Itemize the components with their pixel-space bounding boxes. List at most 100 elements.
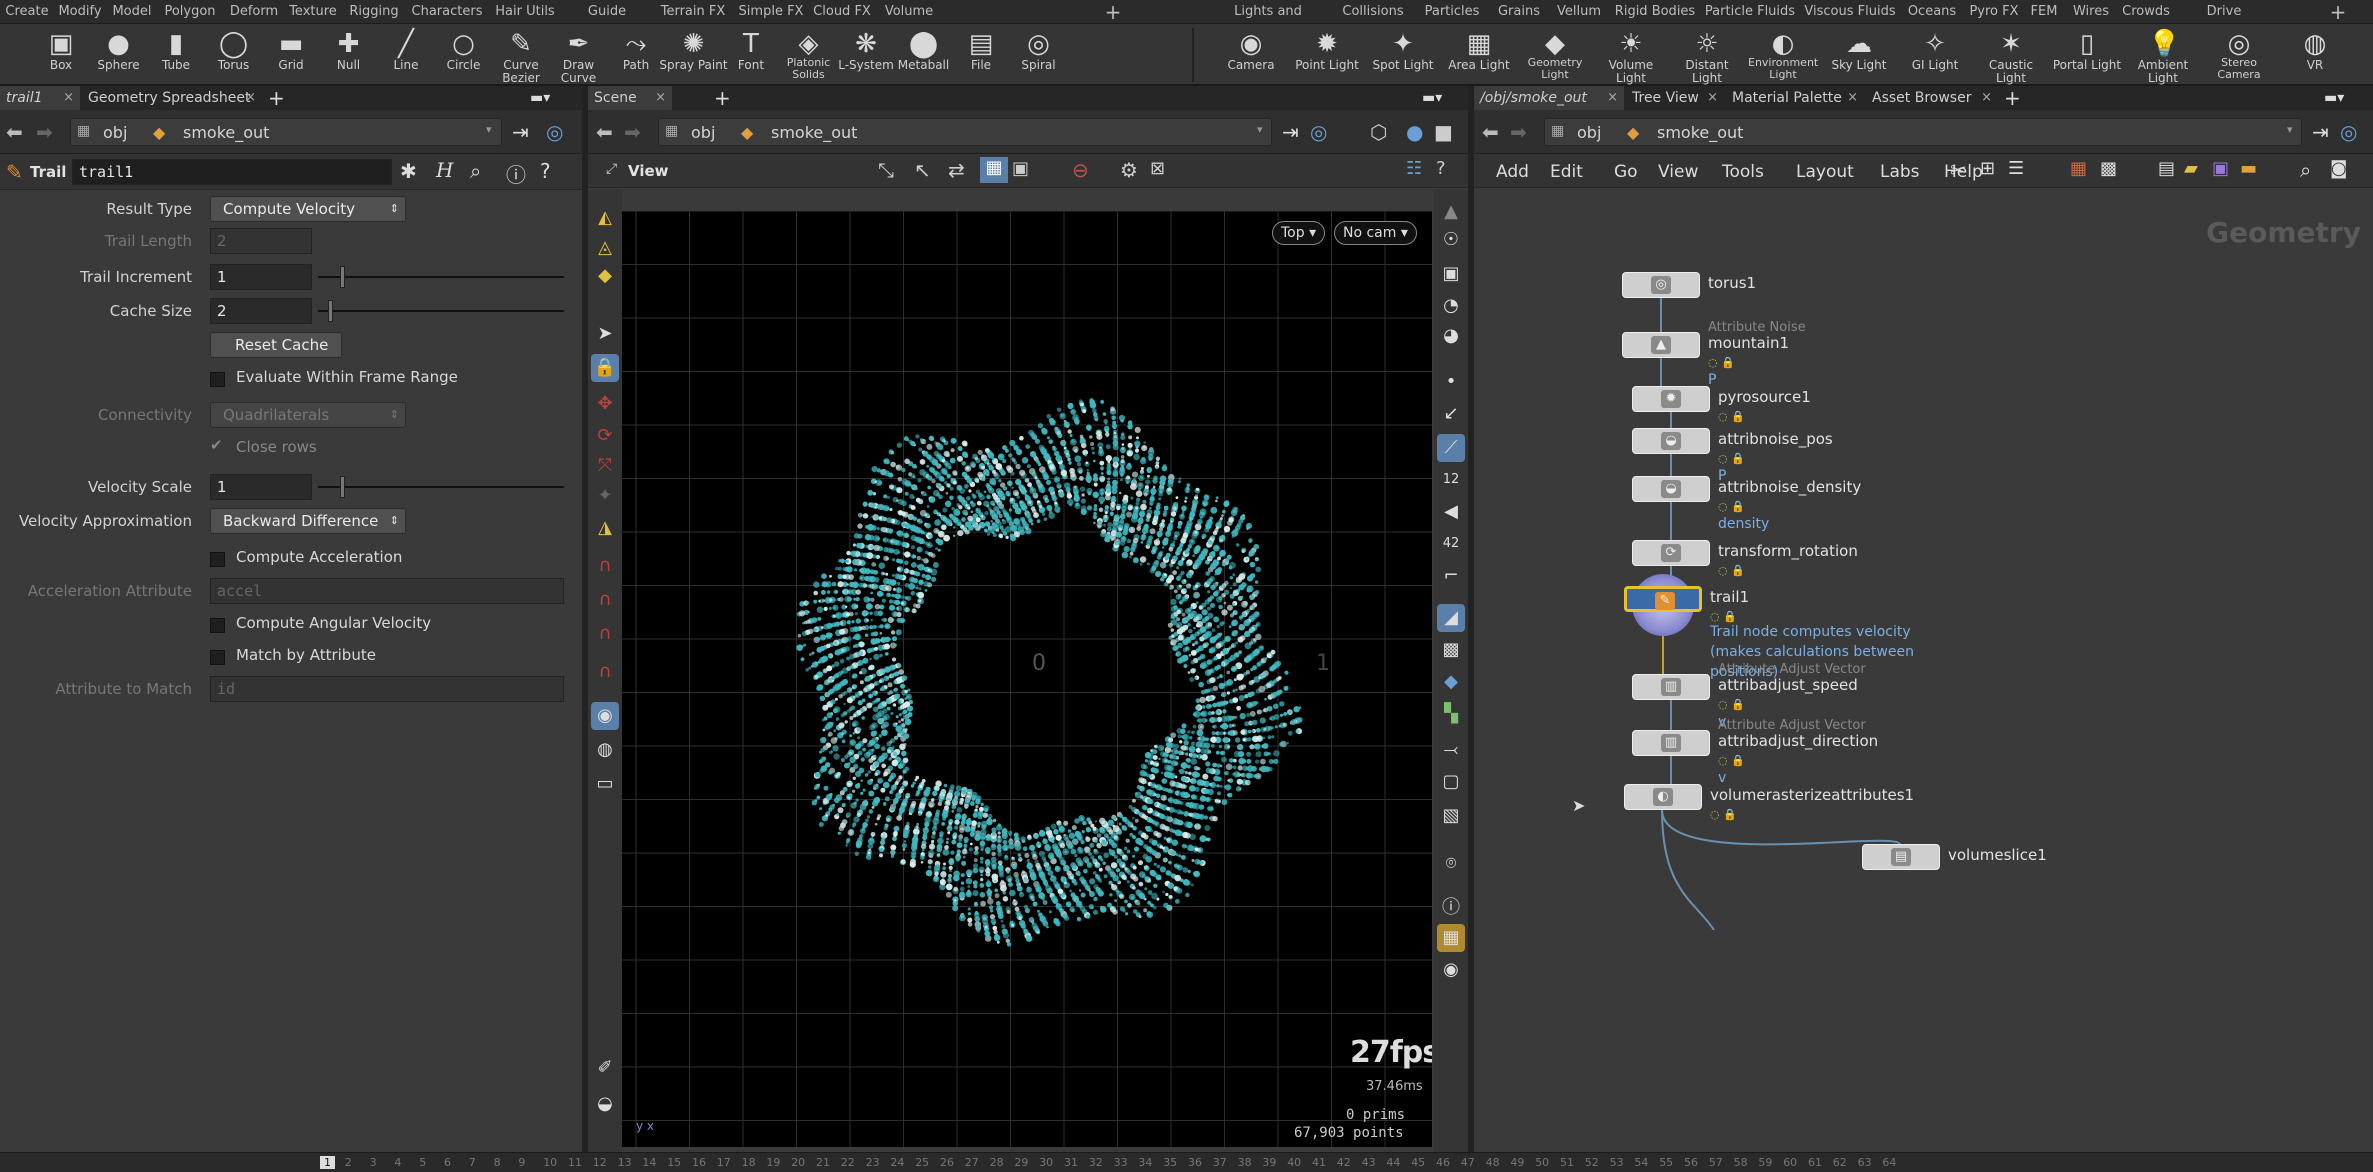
search-icon[interactable]: ⌕	[470, 159, 481, 183]
shelf-tab-simple-fx[interactable]: Simple FX	[736, 0, 806, 24]
timeline-frame[interactable]: 38	[1238, 1156, 1252, 1169]
timeline-frame[interactable]: 50	[1535, 1156, 1549, 1169]
forward-arrow-icon[interactable]: ➡	[1510, 120, 1527, 144]
velocity-approx-menu[interactable]: Backward Difference ⇕	[210, 508, 406, 534]
stop-icon[interactable]: ⊖	[1072, 158, 1089, 182]
path-node[interactable]: smoke_out	[1657, 123, 1743, 142]
timeline-frame[interactable]: 55	[1659, 1156, 1673, 1169]
node-torus1[interactable]: ◎	[1622, 272, 1700, 298]
tab-tree-view[interactable]: Tree View ×	[1626, 86, 1724, 110]
close-tab-icon[interactable]: ×	[63, 86, 74, 110]
brush-icon[interactable]: ✐	[591, 1054, 619, 1082]
timeline-frame[interactable]: 26	[940, 1156, 954, 1169]
timeline-frame[interactable]: 60	[1783, 1156, 1797, 1169]
accel-attr-field[interactable]: accel	[210, 578, 564, 604]
trail-increment-field[interactable]: 1	[210, 264, 312, 290]
chevron-down-icon[interactable]: ▾	[486, 123, 492, 136]
info-icon-viewport[interactable]: ⓘ	[1437, 894, 1465, 922]
node-name-label[interactable]: torus1	[1708, 274, 1756, 292]
tab-trail1[interactable]: trail1 ×	[0, 86, 80, 110]
chevron-down-icon[interactable]: ▾	[2287, 123, 2293, 136]
timeline-frame[interactable]: 11	[568, 1156, 582, 1169]
timeline-frame[interactable]: 32	[1089, 1156, 1103, 1169]
render-region-icon[interactable]: ◍	[591, 736, 619, 764]
tool-sky-light[interactable]: ☁ Sky Light	[1824, 26, 1894, 84]
tab-scene-view[interactable]: Scene View×	[588, 86, 672, 130]
camera-menu[interactable]: No cam ▾	[1334, 221, 1417, 245]
close-tab-icon[interactable]: ×	[1707, 86, 1718, 110]
shelf-tab-guide-process[interactable]: Guide Process	[564, 0, 650, 43]
timeline-frame[interactable]: 8	[494, 1156, 501, 1169]
timeline-frame[interactable]: 44	[1386, 1156, 1400, 1169]
timeline-frame[interactable]: 6	[444, 1156, 451, 1169]
shelf-tab-terrain-fx[interactable]: Terrain FX	[654, 0, 732, 24]
tab-material-palette[interactable]: Material Palette ×	[1726, 86, 1864, 110]
image-icon[interactable]: ▧	[1437, 802, 1465, 830]
shelf-tab-grains[interactable]: Grains	[1492, 0, 1546, 24]
node-name-label[interactable]: volumeslice1	[1948, 846, 2047, 864]
handle-icon[interactable]: ◮	[591, 514, 619, 542]
timeline-frame[interactable]: 9	[518, 1156, 525, 1169]
menu-tools[interactable]: Tools	[1722, 162, 1764, 182]
timeline-frame[interactable]: 29	[1014, 1156, 1028, 1169]
link-icon[interactable]: ◎	[2340, 120, 2357, 144]
timeline-frame[interactable]: 41	[1312, 1156, 1326, 1169]
close-tab-icon[interactable]: ×	[1607, 86, 1618, 110]
shelf-tab-wires[interactable]: Wires	[2066, 0, 2116, 24]
timeline-frame[interactable]: 10	[543, 1156, 557, 1169]
timeline-frame[interactable]: 39	[1262, 1156, 1276, 1169]
rotate-icon[interactable]: ⟳	[591, 422, 619, 450]
shelf-tab-collisions[interactable]: Collisions	[1334, 0, 1412, 24]
tool-geometry-light[interactable]: ◆ Geometry Light	[1520, 26, 1590, 84]
timeline-frame[interactable]: 3	[370, 1156, 377, 1169]
timeline-frame[interactable]: 36	[1188, 1156, 1202, 1169]
tab-asset-browser[interactable]: Asset Browser ×	[1866, 86, 1998, 110]
timeline-frame[interactable]: 58	[1734, 1156, 1748, 1169]
forward-arrow-icon[interactable]: ➡	[624, 120, 641, 144]
magnet-3-icon[interactable]: ∩	[591, 620, 619, 648]
timeline-frame[interactable]: 47	[1461, 1156, 1475, 1169]
timeline-frame[interactable]: 48	[1486, 1156, 1500, 1169]
grid-toggle-icon[interactable]: ▦	[1437, 924, 1465, 952]
node-attribnoise-density[interactable]: ◒	[1632, 476, 1710, 502]
path-node[interactable]: smoke_out	[771, 123, 857, 142]
scene-path-field[interactable]: ▦ obj ◆ smoke_out ▾	[658, 118, 1272, 146]
timeline-frame[interactable]: 52	[1585, 1156, 1599, 1169]
view-label[interactable]: View	[628, 162, 669, 180]
add-shelf-tab-icon-right[interactable]: +	[2326, 0, 2350, 24]
camera-view-menu[interactable]: Top ▾	[1272, 221, 1326, 245]
pane-layout-icon[interactable]: ▬▾	[530, 86, 550, 110]
result-type-menu[interactable]: Compute Velocity ⇕	[210, 196, 406, 222]
close-tab-icon[interactable]: ×	[655, 86, 666, 110]
pane-layout-icon[interactable]: ▬▾	[1422, 86, 1442, 110]
color-palette-icon[interactable]: ▦	[2070, 158, 2087, 179]
node-transform-rotation[interactable]: ⟳	[1632, 540, 1710, 566]
shelf-tab-modify[interactable]: Modify	[54, 0, 106, 24]
list-icon[interactable]: ☰	[2008, 158, 2024, 179]
tool-area-light[interactable]: ▦ Area Light	[1444, 26, 1514, 84]
point-display-icon[interactable]: •	[1437, 368, 1465, 396]
timeline[interactable]: 1 2 3 4 5 6 7 8 9 10 11 12 13 14 15 16 17 18 19 20 21 22 23 24 2…	[0, 1152, 2373, 1172]
move-icon[interactable]: ✥	[591, 390, 619, 418]
tool-camera[interactable]: ◉ Camera	[1216, 26, 1286, 84]
background-icon[interactable]: ▣	[1437, 260, 1465, 288]
cube-icon[interactable]: ⬡	[1370, 120, 1387, 144]
tool-volume-light[interactable]: ☀ Volume Light	[1596, 26, 1666, 85]
shelf-tab-rigging[interactable]: Rigging	[344, 0, 404, 24]
chevron-down-icon[interactable]: ▾	[1257, 123, 1263, 136]
node-name-label[interactable]: attribadjust_speed	[1718, 676, 1858, 694]
shelf-tab-model[interactable]: Model	[110, 0, 154, 24]
pane-layout-icon[interactable]: ▬▾	[2324, 86, 2344, 110]
node-volumeslice1[interactable]: ▤	[1862, 844, 1940, 870]
shelf-tab-pyro-fx[interactable]: Pyro FX	[1966, 0, 2022, 24]
uv-icon[interactable]: ▚	[1437, 700, 1465, 728]
node-attribadjust-speed[interactable]: ▥	[1632, 674, 1710, 700]
scroll-up-icon[interactable]: ▲	[1437, 198, 1465, 226]
tool-portal-light[interactable]: ▯ Portal Light	[2052, 26, 2122, 84]
node-name-label[interactable]: attribadjust_direction	[1718, 732, 1878, 750]
shelf-tab-rigid-bodies[interactable]: Rigid Bodies	[1612, 0, 1698, 24]
location-pin-icon[interactable]: ⌾	[1437, 850, 1465, 878]
close-tab-icon[interactable]: ×	[1847, 86, 1858, 110]
normals-icon[interactable]: ↙	[1437, 400, 1465, 428]
select-icon[interactable]: ◭	[591, 204, 619, 232]
